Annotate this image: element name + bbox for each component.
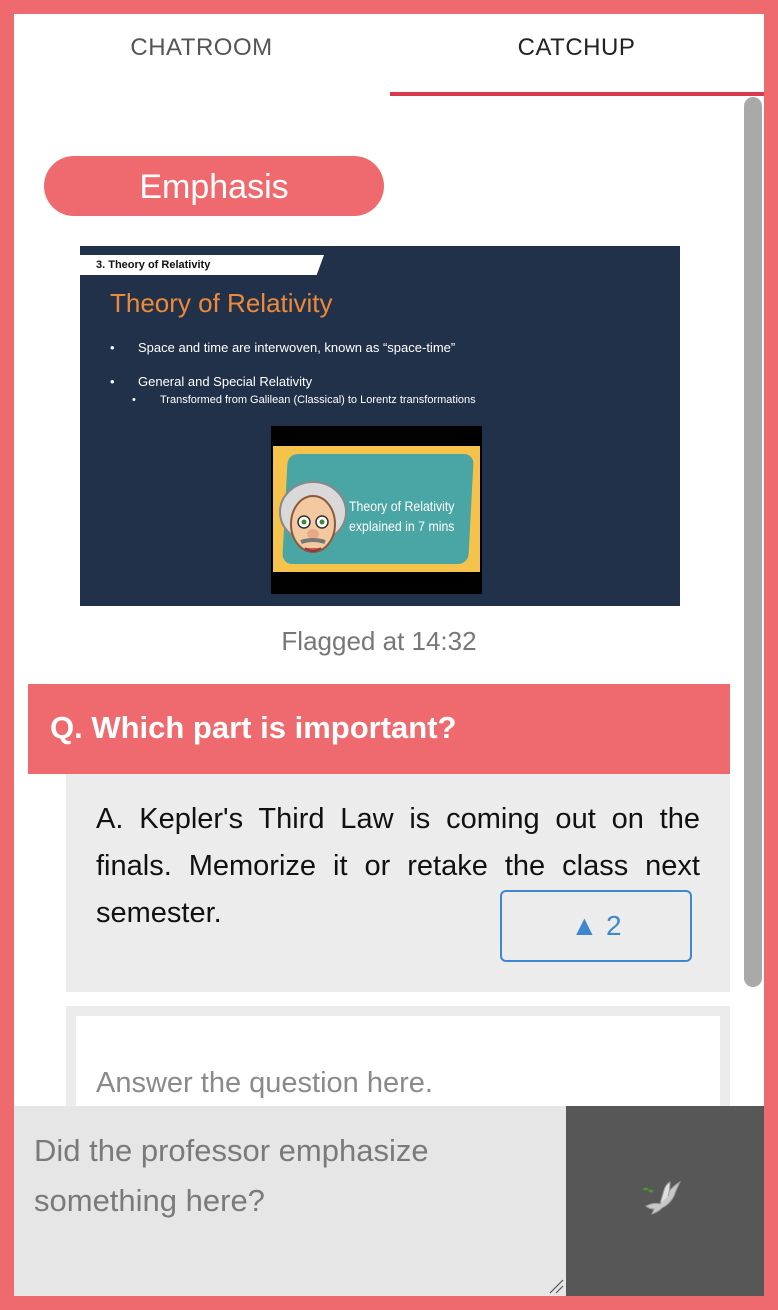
flagged-timestamp: Flagged at 14:32 bbox=[281, 626, 477, 656]
slide-bullet: • General and Special Relativity bbox=[110, 374, 313, 389]
slide-title: Theory of Relativity bbox=[110, 288, 333, 318]
emphasis-badge: Emphasis bbox=[44, 156, 384, 216]
upvote-button[interactable]: ▲ 2 bbox=[500, 890, 692, 962]
einstein-cartoon-icon bbox=[279, 481, 347, 553]
video-frame: Theory of Relativity explained in 7 mins bbox=[273, 446, 480, 572]
slide-section-tag: 3. Theory of Relativity bbox=[80, 255, 324, 275]
lecture-slide-image[interactable]: 3. Theory of Relativity Theory of Relati… bbox=[80, 246, 680, 606]
dove-icon bbox=[641, 1180, 682, 1215]
slide-bullet-text: General and Special Relativity bbox=[138, 374, 313, 389]
catchup-panel: CHATROOM CATCHUP Emphasis 3. Theory of R… bbox=[14, 14, 764, 1296]
message-input[interactable] bbox=[14, 1106, 566, 1296]
slide-bullet-text: Space and time are interwoven, known as … bbox=[138, 340, 456, 355]
tab-chatroom[interactable]: CHATROOM bbox=[14, 14, 389, 96]
tab-catchup[interactable]: CATCHUP bbox=[389, 14, 764, 96]
message-composer bbox=[14, 1106, 566, 1296]
scrollbar-thumb[interactable] bbox=[744, 97, 762, 987]
slide-bullet: • Space and time are interwoven, known as… bbox=[110, 340, 456, 355]
answer-card: A. Kepler's Third Law is coming out on t… bbox=[66, 774, 730, 992]
video-thumbnail: Theory of Relativity explained in 7 mins bbox=[271, 426, 482, 594]
question-header: Q. Which part is important? bbox=[28, 684, 730, 774]
tab-bar: CHATROOM CATCHUP bbox=[14, 14, 764, 96]
video-title: Theory of Relativity explained in 7 mins bbox=[349, 496, 454, 536]
send-button[interactable] bbox=[566, 1106, 764, 1296]
video-title-line: explained in 7 mins bbox=[349, 518, 455, 534]
slide-sub-bullet-text: Transformed from Galilean (Classical) to… bbox=[160, 394, 476, 406]
active-tab-indicator bbox=[390, 92, 764, 96]
slide-sub-bullet: • Transformed from Galilean (Classical) t… bbox=[132, 394, 476, 406]
resize-handle-icon[interactable] bbox=[548, 1278, 564, 1294]
video-title-line: Theory of Relativity bbox=[349, 498, 455, 514]
